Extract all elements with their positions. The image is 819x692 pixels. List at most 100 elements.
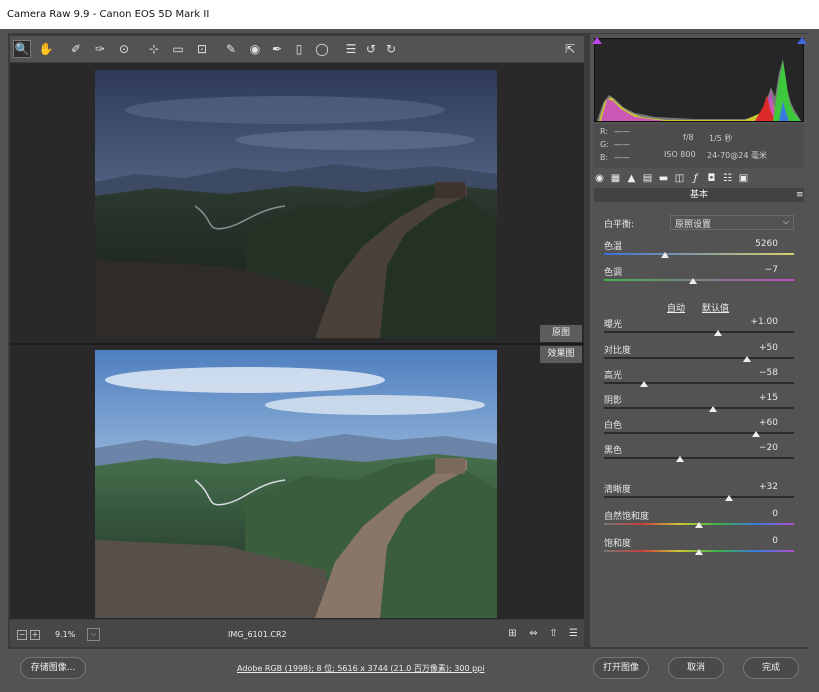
graduated-filter-icon[interactable]: ▯ <box>290 40 308 58</box>
hand-tool-icon[interactable]: ✋ <box>37 40 55 58</box>
slider-thumb[interactable] <box>742 356 751 362</box>
presets-tab-icon[interactable]: ☷ <box>722 173 733 184</box>
slider-track[interactable] <box>604 331 794 333</box>
effects-tab-icon[interactable]: ƒ <box>690 173 701 184</box>
slider-label: 自然饱和度 <box>604 512 650 522</box>
white-balance-select[interactable]: 原照设置 ⌵ <box>670 215 794 230</box>
slider-value[interactable]: −58 <box>740 368 778 378</box>
zoom-tool-icon[interactable]: 🔍 <box>13 40 31 58</box>
histogram <box>594 38 804 122</box>
slider-value[interactable]: 0 <box>740 536 778 546</box>
lens: 24-70@24 毫米 <box>707 151 767 160</box>
slider-label: 黑色 <box>604 446 623 456</box>
rotate-ccw-icon[interactable]: ↺ <box>362 40 380 58</box>
slider-thumb[interactable] <box>709 406 718 412</box>
copy-settings-icon[interactable]: ⇧ <box>545 626 562 641</box>
tone-curve-tab-icon[interactable]: ▦ <box>610 173 621 184</box>
view-mode-icon[interactable]: ⊞ <box>504 626 521 641</box>
straighten-tool-icon[interactable]: ▭ <box>169 40 187 58</box>
after-label: 效果图 <box>540 346 582 363</box>
zoom-out-button[interactable]: − <box>17 630 27 640</box>
split-toning-tab-icon[interactable]: ▬ <box>658 173 669 184</box>
snapshots-tab-icon[interactable]: ▣ <box>738 173 749 184</box>
slider-value[interactable]: 5260 <box>740 239 778 249</box>
slider-value[interactable]: +1.00 <box>740 317 778 327</box>
slider-thumb[interactable] <box>695 522 703 528</box>
rotate-cw-icon[interactable]: ↻ <box>382 40 400 58</box>
slider-value[interactable]: +32 <box>740 482 778 492</box>
zoom-in-button[interactable]: + <box>30 630 40 640</box>
slider-thumb[interactable] <box>725 495 734 501</box>
default-link[interactable]: 默认值 <box>702 301 729 314</box>
zoom-dropdown-icon[interactable]: ⌵ <box>87 628 100 641</box>
preferences-icon[interactable]: ☰ <box>342 40 360 58</box>
crop-tool-icon[interactable]: ⊹ <box>145 40 163 58</box>
fullscreen-toggle-icon[interactable]: ⇱ <box>561 40 579 58</box>
title-separator: - <box>89 9 100 20</box>
slider-track[interactable] <box>604 496 794 498</box>
transform-tool-icon[interactable]: ⊡ <box>193 40 211 58</box>
auto-link[interactable]: 自动 <box>667 301 685 314</box>
red-eye-icon[interactable]: ◉ <box>246 40 264 58</box>
slider-track[interactable] <box>604 279 794 281</box>
slider-thumb[interactable] <box>676 456 684 462</box>
slider-track[interactable] <box>604 382 794 384</box>
slider-thumb[interactable] <box>689 278 698 284</box>
slider-label: 高光 <box>604 371 623 381</box>
blue-readout-value: —— <box>614 153 630 162</box>
slider-label: 阴影 <box>604 396 623 406</box>
blue-readout-label: B: <box>600 153 609 162</box>
cancel-button[interactable]: 取消 <box>668 657 724 679</box>
white-balance-label: 白平衡: <box>604 220 635 230</box>
highlight-clipping-warning-icon[interactable] <box>797 37 807 44</box>
slider-value[interactable]: −20 <box>740 443 778 453</box>
slider-value[interactable]: +15 <box>740 393 778 403</box>
adjustment-brush-icon[interactable]: ✒ <box>268 40 286 58</box>
after-image <box>95 350 497 618</box>
slider-thumb[interactable] <box>660 252 669 258</box>
color-sampler-icon[interactable]: ✑ <box>91 40 109 58</box>
camera-calibration-tab-icon[interactable]: ◘ <box>706 173 717 184</box>
slider-track[interactable] <box>604 357 794 359</box>
panel-menu-icon[interactable]: ≡ <box>796 190 804 200</box>
toggle-settings-icon[interactable]: ☰ <box>565 626 582 641</box>
detail-tab-icon[interactable]: ▲ <box>626 173 637 184</box>
shutter-speed: 1/5 秒 <box>709 134 733 143</box>
shadow-clipping-warning-icon[interactable] <box>592 37 602 44</box>
basic-tab-icon[interactable]: ◉ <box>594 173 605 184</box>
slider-thumb[interactable] <box>752 431 760 437</box>
targeted-adjustment-icon[interactable]: ⊙ <box>115 40 133 58</box>
hsl-tab-icon[interactable]: ▤ <box>642 173 653 184</box>
save-image-button[interactable]: 存储图像... <box>20 657 86 679</box>
before-image <box>95 70 497 338</box>
green-readout-label: G: <box>600 140 609 149</box>
slider-thumb[interactable] <box>714 330 722 336</box>
white-balance-value: 原照设置 <box>675 220 712 230</box>
chevron-down-icon: ⌵ <box>782 217 789 226</box>
view-divider <box>10 343 584 345</box>
workflow-options-link[interactable]: Adobe RGB (1998); 8 位; 5616 x 3744 (21.0… <box>237 663 484 674</box>
slider-track[interactable] <box>604 253 794 255</box>
lens-corrections-tab-icon[interactable]: ◫ <box>674 173 685 184</box>
slider-value[interactable]: +50 <box>740 343 778 353</box>
spot-removal-icon[interactable]: ✎ <box>222 40 240 58</box>
white-balance-tool-icon[interactable]: ✐ <box>67 40 85 58</box>
window-title: Camera Raw 9.9 - Canon EOS 5D Mark II <box>0 0 819 29</box>
radial-filter-icon[interactable]: ◯ <box>313 40 331 58</box>
section-title: 基本 <box>594 188 804 202</box>
slider-label: 饱和度 <box>604 539 632 549</box>
done-button[interactable]: 完成 <box>743 657 799 679</box>
iso: ISO 800 <box>664 150 696 159</box>
swap-before-after-icon[interactable]: ⇔ <box>525 626 542 641</box>
slider-value[interactable]: +60 <box>740 418 778 428</box>
slider-label: 曝光 <box>604 320 623 330</box>
slider-label: 白色 <box>604 421 623 431</box>
slider-value[interactable]: −7 <box>740 265 778 275</box>
open-image-button[interactable]: 打开图像 <box>593 657 649 679</box>
slider-track[interactable] <box>604 407 794 409</box>
slider-thumb[interactable] <box>639 381 648 387</box>
slider-track[interactable] <box>604 457 794 459</box>
slider-value[interactable]: 0 <box>740 509 778 519</box>
slider-track[interactable] <box>604 432 794 434</box>
slider-thumb[interactable] <box>695 549 703 555</box>
